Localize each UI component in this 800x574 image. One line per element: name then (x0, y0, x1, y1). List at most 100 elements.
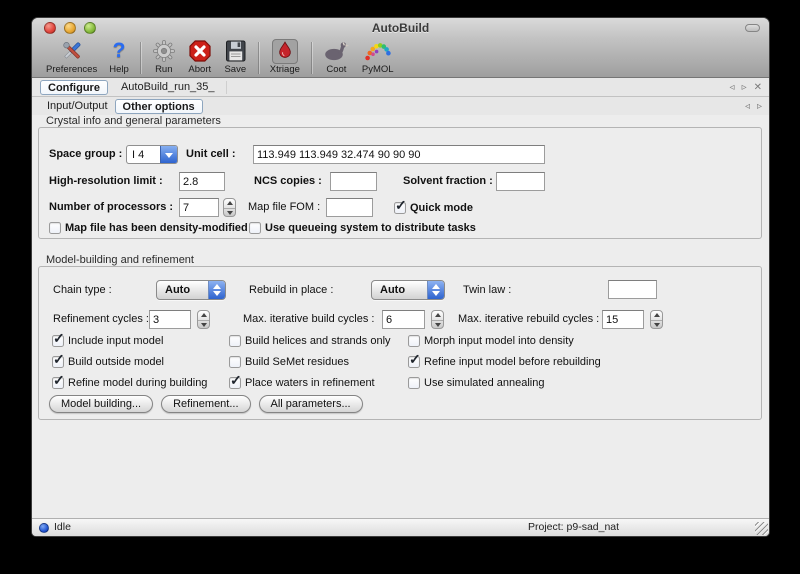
twin-law-input[interactable] (608, 280, 657, 299)
checkbox-box: ✓ (52, 377, 64, 389)
include-input-model-checkbox[interactable]: ✓ Include input model (52, 334, 163, 348)
stepper-up-icon[interactable] (432, 311, 443, 320)
window-title: AutoBuild (32, 18, 769, 38)
checkbox-box: ✓ (229, 377, 241, 389)
close-window-button[interactable] (44, 22, 56, 34)
stepper-down-icon[interactable] (224, 208, 235, 217)
model-building-button[interactable]: Model building... (49, 395, 153, 413)
ncs-copies-input[interactable] (330, 172, 377, 191)
twin-law-label: Twin law : (463, 280, 511, 300)
tab-configure[interactable]: Configure (40, 80, 108, 95)
max-build-cycles-stepper[interactable] (431, 310, 444, 329)
stepper-up-icon[interactable] (198, 311, 209, 320)
stepper-down-icon[interactable] (651, 320, 662, 329)
toolbar-item-label: Preferences (46, 64, 97, 75)
max-rebuild-cycles-input[interactable] (602, 310, 644, 329)
high-res-input[interactable] (179, 172, 225, 191)
refine-during-building-checkbox[interactable]: ✓ Refine model during building (52, 376, 207, 390)
checkbox-box: ✓ (394, 202, 406, 214)
max-rebuild-cycles-label: Max. iterative rebuild cycles : (458, 310, 599, 329)
stepper-down-icon[interactable] (198, 320, 209, 329)
refinement-button[interactable]: Refinement... (161, 395, 250, 413)
xtriage-button[interactable]: Xtriage (264, 39, 306, 75)
checkbox-box: ✓ (52, 335, 64, 347)
refinement-cycles-stepper[interactable] (197, 310, 210, 329)
morph-input-model-checkbox[interactable]: Morph input model into density (408, 334, 574, 348)
save-floppy-icon (224, 39, 247, 63)
help-button[interactable]: ? Help (103, 39, 135, 75)
solvent-fraction-input[interactable] (496, 172, 545, 191)
toolbar-item-label: PyMOL (362, 64, 394, 75)
main-tab-bar: Configure AutoBuild_run_35_ ◃ ▹ ✕ (32, 78, 769, 97)
zoom-window-button[interactable] (84, 22, 96, 34)
refinement-cycles-input[interactable] (149, 310, 191, 329)
all-parameters-button[interactable]: All parameters... (259, 395, 363, 413)
crystal-row-4: Map file has been density-modified Use q… (39, 221, 761, 235)
chain-type-popup[interactable]: Auto (156, 280, 226, 300)
checkmark-icon: ✓ (53, 372, 65, 389)
run-button[interactable]: Run (146, 39, 182, 75)
density-modified-checkbox[interactable]: Map file has been density-modified (49, 221, 248, 235)
rebuild-in-place-label: Rebuild in place : (249, 280, 333, 300)
crystal-section-legend: Crystal info and general parameters (46, 115, 221, 127)
place-waters-checkbox[interactable]: ✓ Place waters in refinement (229, 376, 375, 390)
tab-autobuild-run[interactable]: AutoBuild_run_35_ (114, 81, 222, 93)
checkbox-label: Build outside model (68, 355, 164, 369)
build-helices-strands-checkbox[interactable]: Build helices and strands only (229, 334, 391, 348)
save-button[interactable]: Save (218, 39, 253, 75)
window-controls (44, 22, 96, 34)
stepper-up-icon[interactable] (224, 199, 235, 208)
crystal-section-box: Space group : I 4 Unit cell : High-resol… (38, 127, 762, 239)
checkmark-icon: ✓ (53, 330, 65, 347)
tab-close-icon[interactable]: ✕ (754, 81, 762, 94)
tab-scroll-right-icon[interactable]: ▹ (757, 100, 762, 113)
tab-other-options[interactable]: Other options (115, 99, 203, 114)
simulated-annealing-checkbox[interactable]: Use simulated annealing (408, 376, 544, 390)
space-group-combo[interactable]: I 4 (126, 145, 178, 164)
checkbox-box (408, 377, 420, 389)
toolbar-separator (258, 42, 259, 74)
options-panel: Crystal info and general parameters Spac… (32, 115, 769, 518)
preferences-button[interactable]: Preferences (40, 39, 103, 75)
minimize-window-button[interactable] (64, 22, 76, 34)
crystal-row-2: High-resolution limit : NCS copies : Sol… (39, 172, 761, 191)
toolbar-separator (140, 42, 141, 74)
resize-grip[interactable] (755, 522, 768, 535)
chevron-down-icon[interactable] (160, 146, 177, 163)
stepper-down-icon[interactable] (432, 320, 443, 329)
checkbox-label: Use simulated annealing (424, 376, 544, 390)
pymol-button[interactable]: PyMOL (356, 39, 400, 75)
tab-scroll-left-icon[interactable]: ◃ (745, 100, 750, 113)
unit-cell-input[interactable] (253, 145, 545, 164)
tab-divider (226, 81, 227, 94)
checkbox-label: Include input model (68, 334, 163, 348)
checkbox-label: Refine model during building (68, 376, 207, 390)
checkbox-label: Use queueing system to distribute tasks (265, 221, 476, 235)
coot-button[interactable]: Coot (317, 39, 356, 75)
tab-scroll-right-icon[interactable]: ▹ (742, 81, 747, 94)
num-processors-input[interactable] (179, 198, 219, 217)
num-processors-stepper[interactable] (223, 198, 236, 217)
toolbar-item-label: Coot (326, 64, 346, 75)
refine-input-model-checkbox[interactable]: ✓ Refine input model before rebuilding (408, 355, 601, 369)
unit-cell-label: Unit cell : (186, 145, 236, 164)
checkbox-box: ✓ (408, 356, 420, 368)
max-build-cycles-label: Max. iterative build cycles : (243, 310, 374, 329)
stepper-up-icon[interactable] (651, 311, 662, 320)
build-semet-residues-checkbox[interactable]: Build SeMet residues (229, 355, 349, 369)
xtriage-icon (272, 39, 298, 63)
rebuild-in-place-popup[interactable]: Auto (371, 280, 445, 300)
toolbar-toggle-button[interactable] (745, 24, 760, 32)
quick-mode-checkbox[interactable]: ✓ Quick mode (394, 201, 473, 215)
build-outside-model-checkbox[interactable]: ✓ Build outside model (52, 355, 164, 369)
max-build-cycles-input[interactable] (382, 310, 425, 329)
tab-input-output[interactable]: Input/Output (40, 100, 115, 112)
queueing-checkbox[interactable]: Use queueing system to distribute tasks (249, 221, 476, 235)
title-bar[interactable]: AutoBuild (32, 18, 769, 38)
app-window: AutoBuild Preferences (32, 18, 769, 536)
crystal-row-3: Number of processors : Map file FOM : ✓ … (39, 198, 761, 217)
tab-scroll-left-icon[interactable]: ◃ (730, 81, 735, 94)
abort-button[interactable]: Abort (182, 39, 218, 75)
max-rebuild-cycles-stepper[interactable] (650, 310, 663, 329)
map-fom-input[interactable] (326, 198, 373, 217)
